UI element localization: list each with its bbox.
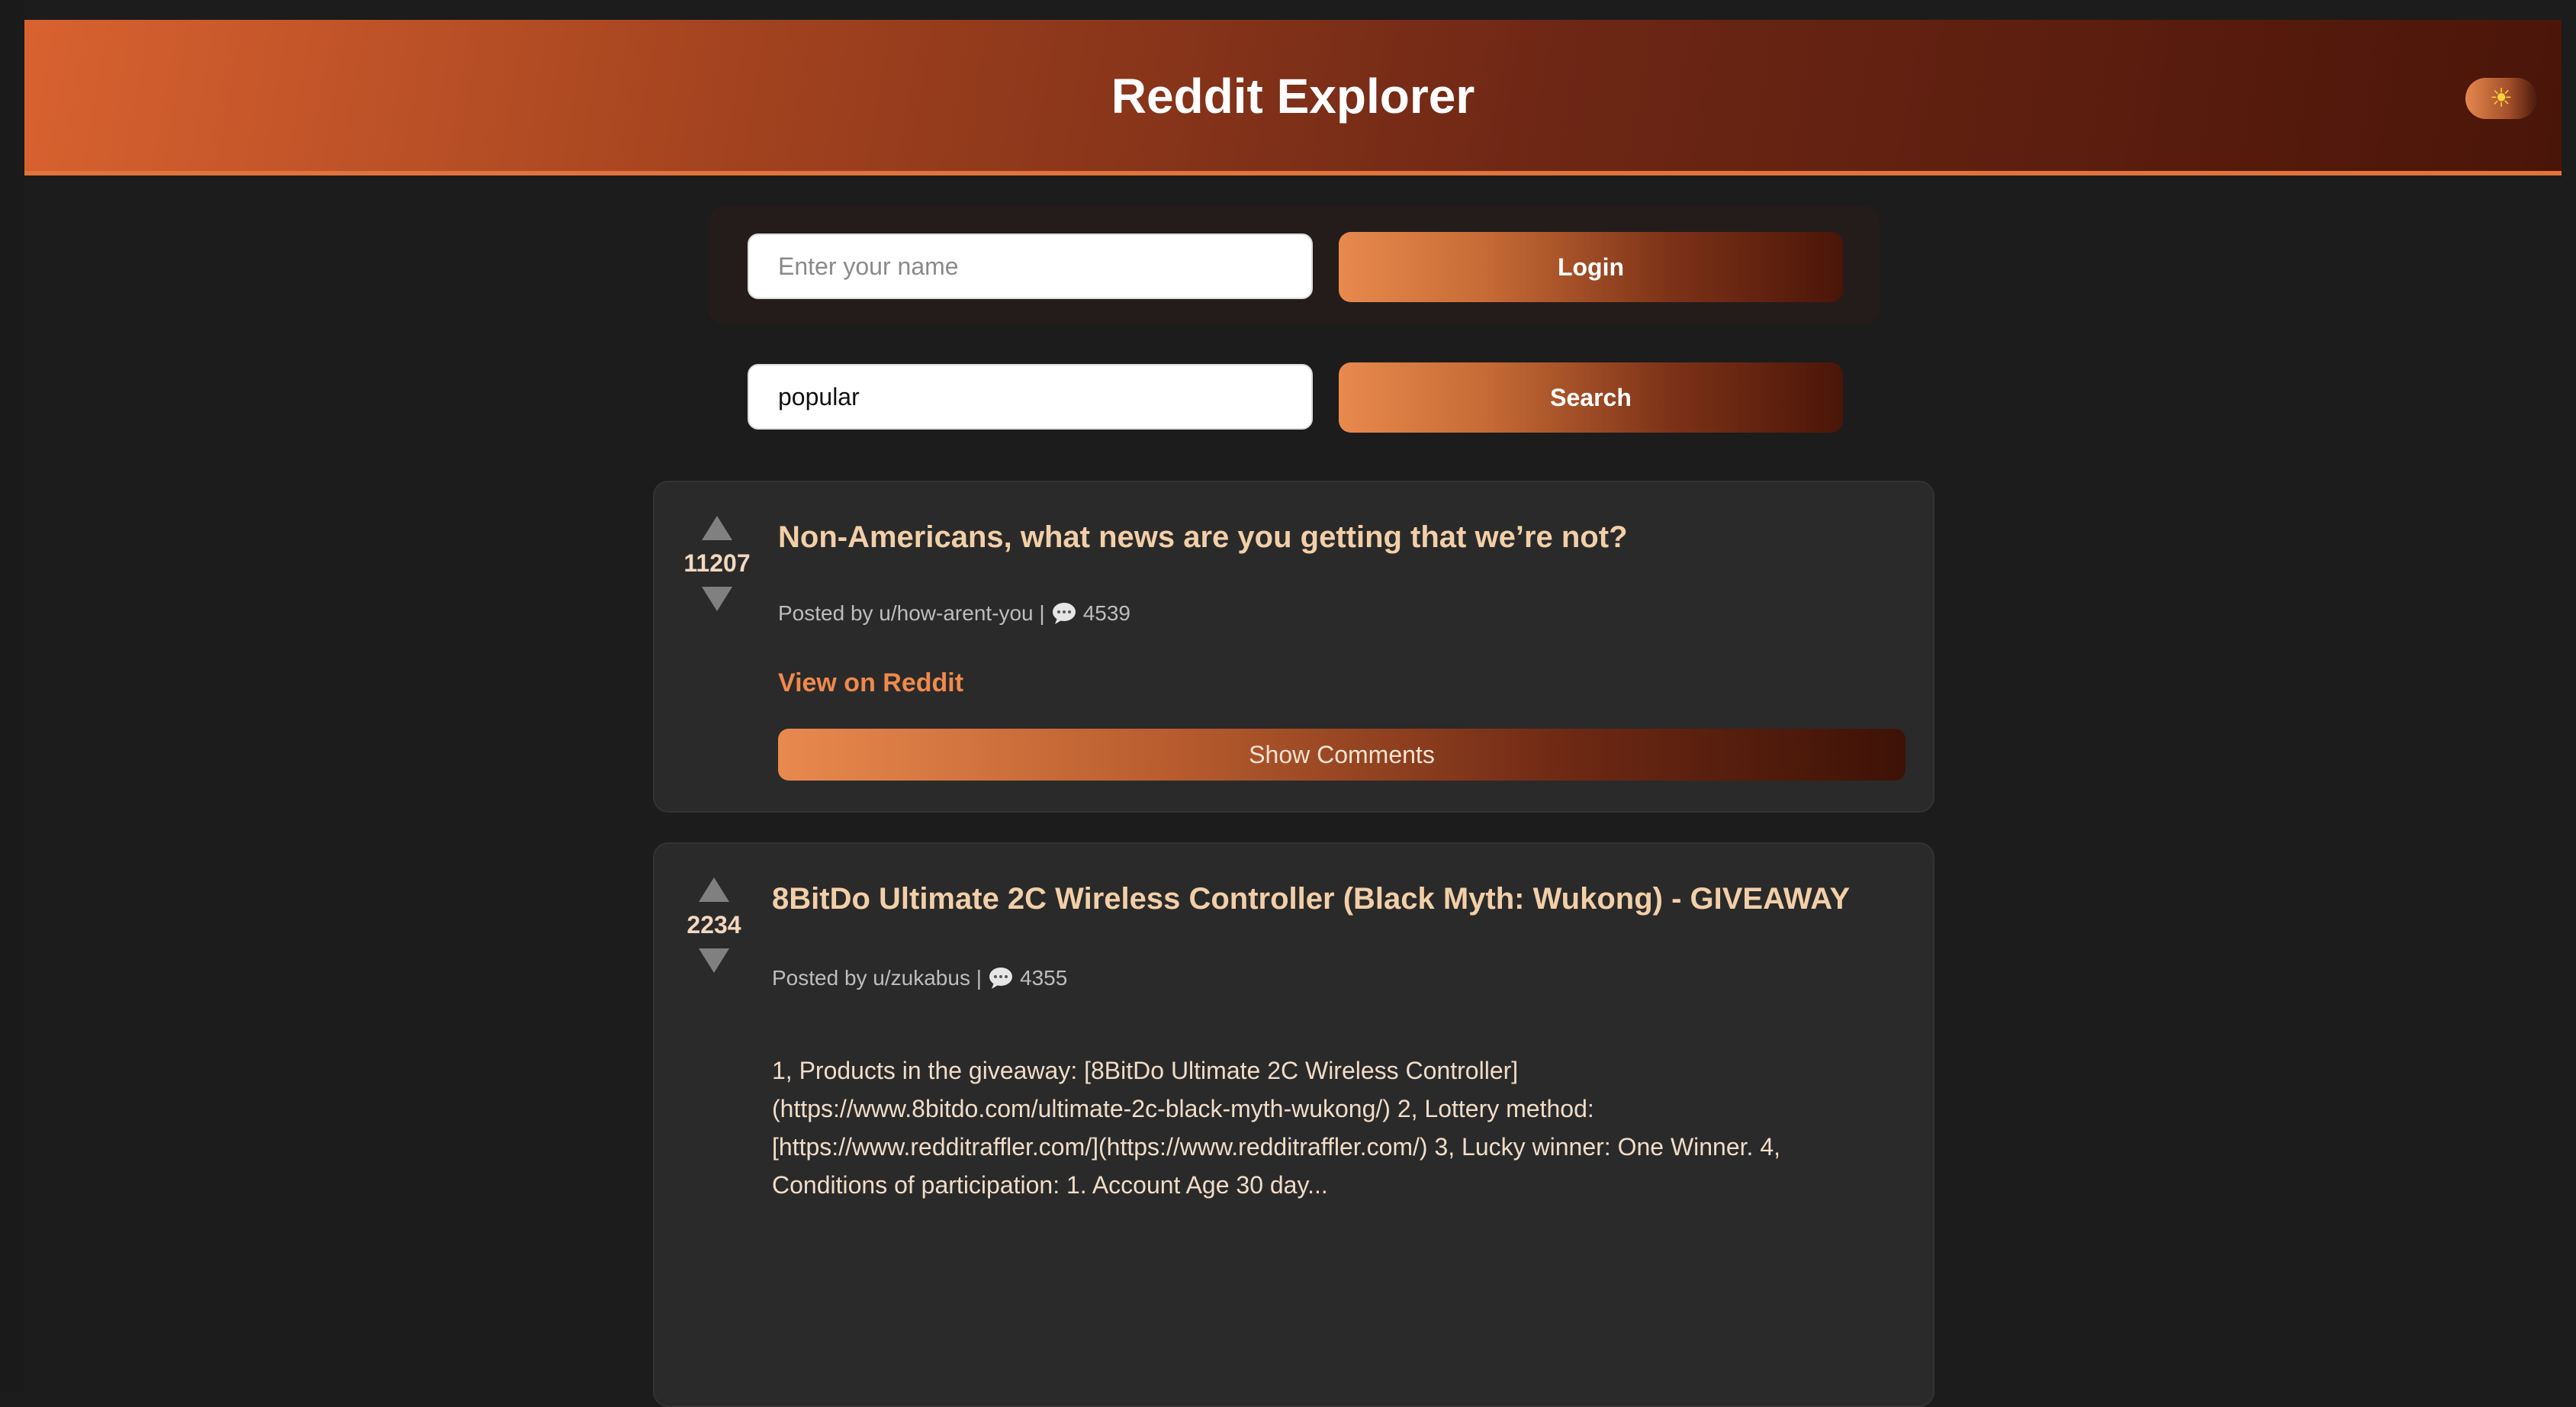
post-body-line: Conditions of participation: 1. Account … xyxy=(772,1171,1328,1199)
post-card: 2234 8BitDo Ultimate 2C Wireless Control… xyxy=(653,842,1934,1407)
post-body: 1, Products in the giveaway: [8BitDo Ult… xyxy=(772,1051,1893,1204)
vote-column: 11207 xyxy=(671,516,763,611)
comment-count: 4355 xyxy=(1020,966,1068,990)
speech-bubble-icon xyxy=(989,968,1012,989)
search-button[interactable]: Search xyxy=(1339,362,1843,433)
downvote-arrow-icon[interactable] xyxy=(702,587,732,611)
post-author: Posted by u/zukabus | xyxy=(772,966,982,990)
post-title[interactable]: Non-Americans, what news are you getting… xyxy=(778,520,1628,555)
comment-count: 4539 xyxy=(1082,601,1130,625)
sun-icon: ☀ xyxy=(2489,84,2513,113)
post-title[interactable]: 8BitDo Ultimate 2C Wireless Controller (… xyxy=(772,882,1850,916)
upvote-arrow-icon[interactable] xyxy=(699,877,729,902)
upvote-arrow-icon[interactable] xyxy=(702,516,732,540)
speech-bubble-icon xyxy=(1052,603,1076,624)
app-page: Reddit Explorer ☀ Login Search 11207 Non… xyxy=(0,0,2576,1407)
downvote-arrow-icon[interactable] xyxy=(699,948,729,973)
view-on-reddit-link[interactable]: View on Reddit xyxy=(778,668,963,698)
login-panel: Login xyxy=(708,206,1880,325)
vote-column: 2234 xyxy=(668,877,760,973)
window-edge xyxy=(0,0,24,1392)
post-body-line: (https://www.8bitdo.com/ultimate-2c-blac… xyxy=(772,1095,1594,1122)
post-meta: Posted by u/zukabus | 4355 xyxy=(772,966,1067,990)
subreddit-search-input[interactable] xyxy=(748,364,1313,430)
name-input[interactable] xyxy=(748,233,1313,299)
theme-toggle[interactable]: ☀ xyxy=(2465,78,2537,119)
post-card: 11207 Non-Americans, what news are you g… xyxy=(653,481,1934,813)
post-author: Posted by u/how-arent-you | xyxy=(778,601,1045,625)
post-body-line: [https://www.redditraffler.com/](https:/… xyxy=(772,1133,1780,1161)
show-comments-button[interactable]: Show Comments xyxy=(778,729,1905,781)
post-score: 11207 xyxy=(683,549,751,577)
app-title: Reddit Explorer xyxy=(1111,69,1475,124)
post-score: 2234 xyxy=(687,911,741,939)
app-header: Reddit Explorer ☀ xyxy=(24,20,2562,175)
login-button[interactable]: Login xyxy=(1339,232,1843,302)
post-body-line: 1, Products in the giveaway: [8BitDo Ult… xyxy=(772,1057,1519,1084)
post-meta: Posted by u/how-arent-you | 4539 xyxy=(778,601,1130,626)
